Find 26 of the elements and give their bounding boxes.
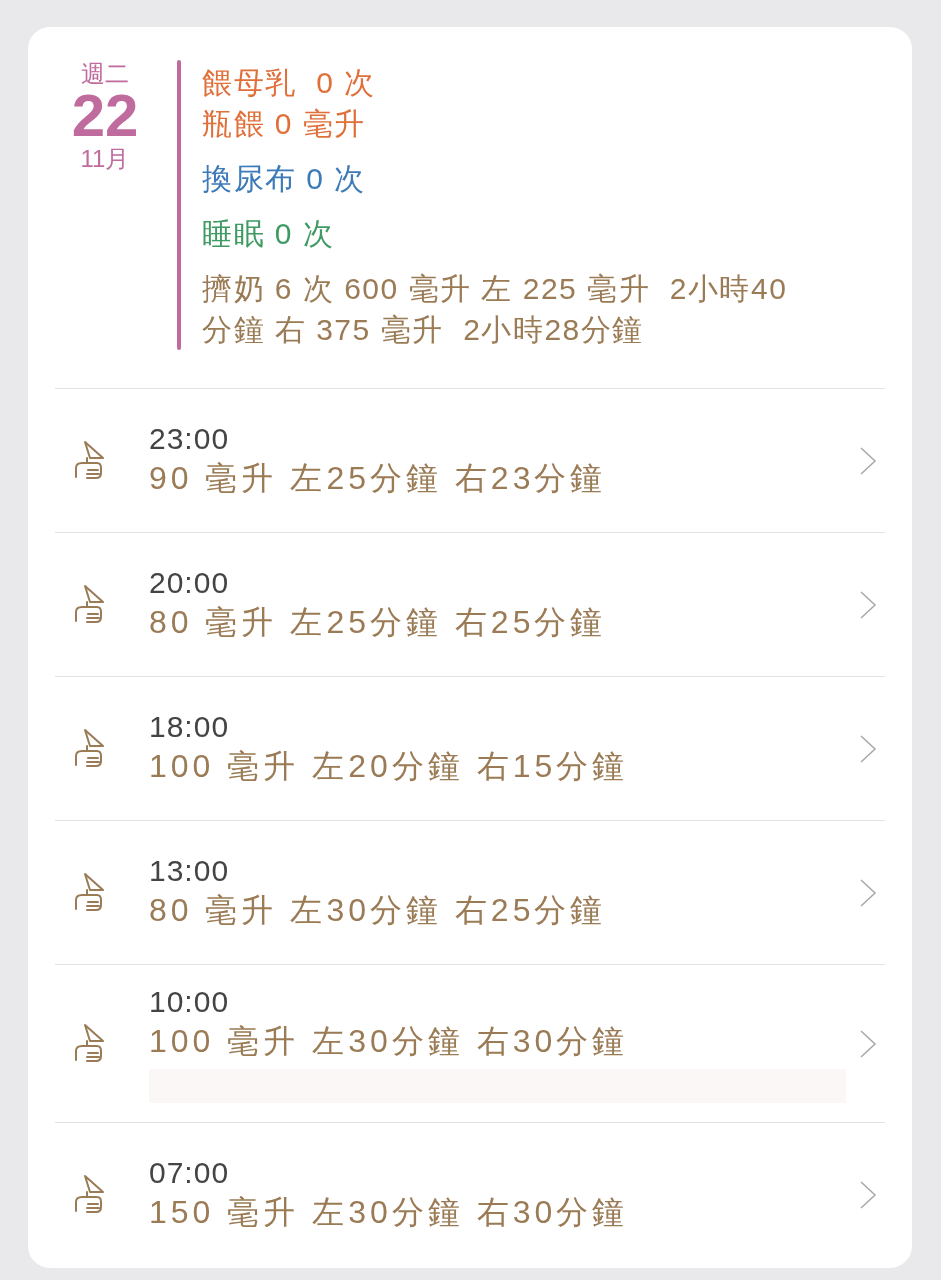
weekday-label: 週二 xyxy=(81,60,129,88)
chevron-right-icon[interactable] xyxy=(859,1028,877,1059)
summary-line: 瓶餵 0 毫升 xyxy=(202,106,367,142)
month-label: 11月 xyxy=(80,144,130,174)
entry-detail: 90 毫升 左25分鐘 右23分鐘 xyxy=(149,458,608,498)
summary-line: 睡眠 0 次 xyxy=(202,216,336,252)
entry-time: 20:00 xyxy=(149,565,231,600)
entry-time: 23:00 xyxy=(149,421,231,456)
entry-detail: 100 毫升 左30分鐘 右30分鐘 xyxy=(149,1021,630,1061)
summary-line: 餵母乳 0 次 xyxy=(202,65,377,101)
chevron-right-icon[interactable] xyxy=(859,589,877,620)
entry-time: 07:00 xyxy=(149,1155,231,1190)
entry-detail: 150 毫升 左30分鐘 右30分鐘 xyxy=(149,1192,630,1232)
summary-line: 換尿布 0 次 xyxy=(202,161,367,197)
chevron-right-icon[interactable] xyxy=(859,1179,877,1210)
summary-line: 擠奶 6 次 600 毫升 左 225 毫升 2小時40分鐘 右 375 毫升 2小時28分鐘 xyxy=(202,271,789,348)
chevron-right-icon[interactable] xyxy=(859,733,877,764)
day-number: 22 xyxy=(71,88,139,144)
entry-time: 18:00 xyxy=(149,709,231,744)
chevron-right-icon[interactable] xyxy=(859,877,877,908)
entry-detail: 100 毫升 左20分鐘 右15分鐘 xyxy=(149,746,630,786)
entry-time: 13:00 xyxy=(149,853,231,888)
chevron-right-icon[interactable] xyxy=(859,445,877,476)
entry-detail: 80 毫升 左25分鐘 右25分鐘 xyxy=(149,602,608,642)
entry-time: 10:00 xyxy=(149,984,231,1019)
entry-detail: 80 毫升 左30分鐘 右25分鐘 xyxy=(149,890,608,930)
